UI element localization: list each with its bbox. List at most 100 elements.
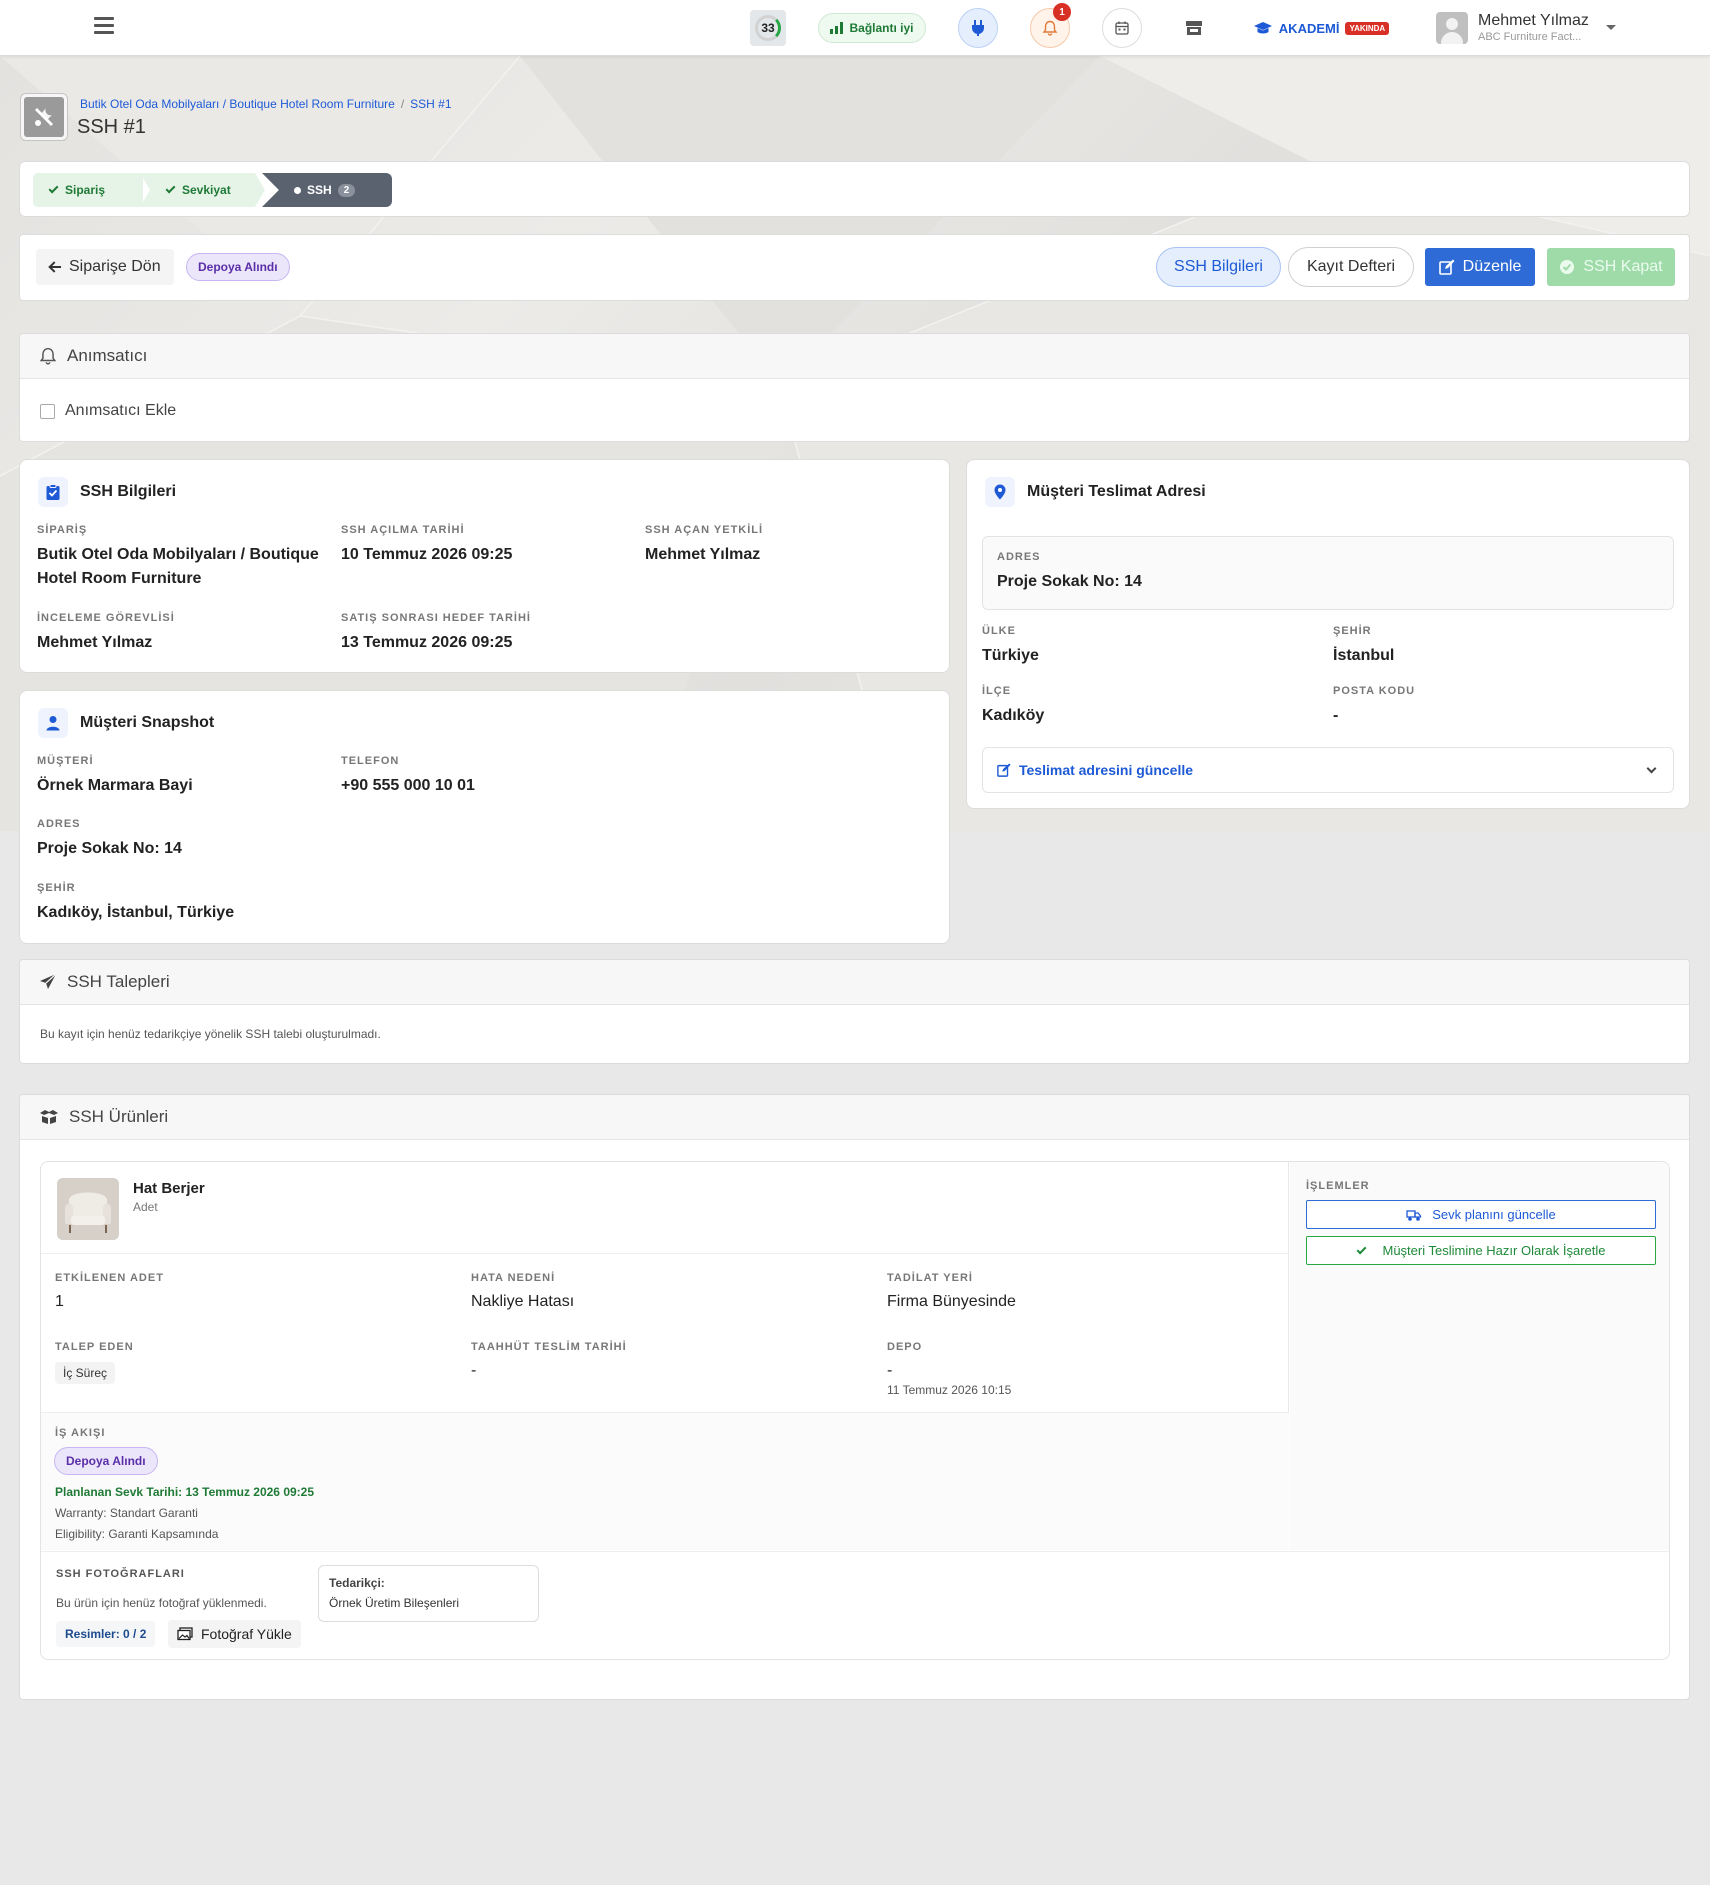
close-ssh-button[interactable]: SSH Kapat [1547,248,1675,286]
akademi-link[interactable]: AKADEMİ YAKINDA [1246,10,1396,46]
avatar [1436,12,1468,44]
breadcrumb-order-link[interactable]: Butik Otel Oda Mobilyaları / Boutique Ho… [80,97,395,111]
status-badge: Depoya Alındı [186,253,290,281]
ssh-info-button[interactable]: SSH Bilgileri [1156,247,1281,287]
step-siparis[interactable]: Sipariş [33,173,143,207]
chevron-down-icon[interactable] [1606,25,1616,30]
back-to-order-button[interactable]: Siparişe Dön [36,249,174,285]
update-delivery-label: Teslimat adresini güncelle [1019,762,1194,778]
product-header: Hat Berjer Adet [41,1162,1288,1254]
breadcrumb: Butik Otel Oda Mobilyaları / Boutique Ho… [80,97,452,111]
update-shipment-plan-label: Sevk planını güncelle [1432,1207,1556,1222]
calendar-icon [1115,21,1129,35]
progress-counter[interactable]: 33 [750,10,786,46]
step-count-badge: 2 [337,183,356,197]
truck-icon [1406,1209,1422,1221]
customer-name-value: Örnek Marmara Bayi [37,777,193,794]
product-name: Hat Berjer [133,1180,205,1197]
mark-ready-label: Müşteri Teslimine Hazır Olarak İşaretle [1382,1243,1606,1258]
store-button[interactable] [1174,8,1214,48]
product-image [57,1178,119,1240]
page-icon [20,93,68,141]
step-ssh[interactable]: SSH 2 [262,173,392,207]
photos-empty-text: Bu ürün için henüz fotoğraf yüklenmedi. [56,1596,267,1610]
upload-photo-button[interactable]: Fotoğraf Yükle [168,1620,301,1648]
eligibility-text: Eligibility: Garanti Kapsamında [55,1527,219,1541]
country-value: Türkiye [982,647,1039,664]
paper-plane-icon [40,973,57,989]
district-value: Kadıköy [982,707,1045,724]
country-label: ÜLKE [982,625,1016,637]
affected-qty-value: 1 [55,1293,64,1310]
notification-count-badge: 1 [1053,3,1071,21]
order-field: SİPARİŞ Butik Otel Oda Mobilyaları / Bou… [37,524,327,591]
update-shipment-plan-button[interactable]: Sevk planını güncelle [1306,1200,1656,1229]
customer-address-value: Proje Sokak No: 14 [37,840,182,857]
close-label: SSH Kapat [1583,258,1663,275]
user-name: Mehmet Yılmaz [1478,12,1589,29]
plug-button[interactable] [958,8,998,48]
order-value: Butik Otel Oda Mobilyaları / Boutique Ho… [37,546,319,587]
customer-snapshot-title: Müşteri Snapshot [38,708,214,738]
ssh-products-header: SSH Ürünleri [20,1095,1689,1140]
user-menu[interactable]: Mehmet Yılmaz ABC Furniture Fact... [1436,10,1626,46]
connection-status[interactable]: Bağlantı iyi [818,13,926,43]
requested-by-label: TALEP EDEN [55,1341,134,1353]
step-label: Sevkiyat [182,183,231,197]
arrow-left-icon [49,261,61,273]
delivery-address-heading: Müşteri Teslimat Adresi [1027,483,1206,500]
city-field: ŞEHİR İstanbul [1333,625,1633,668]
step-sevkiyat[interactable]: Sevkiyat [140,173,265,207]
warranty-text: Warranty: Standart Garanti [55,1506,198,1520]
delivery-address-label: ADRES [997,551,1041,563]
counter-value: 33 [761,21,775,35]
reviewer-field: İNCELEME GÖREVLİSİ Mehmet Yılmaz [37,612,327,655]
target-date-value: 13 Temmuz 2026 09:25 [341,634,513,651]
bell-icon [1042,20,1058,36]
repair-location-field: TADİLAT YERİ Firma Bünyesinde [887,1272,1016,1311]
reminder-header: Anımsatıcı [20,334,1689,379]
images-icon [177,1627,193,1641]
delivery-address-field: ADRES Proje Sokak No: 14 [997,551,1142,594]
connection-label: Bağlantı iyi [849,21,914,35]
requested-by-field: TALEP EDEN İç Süreç [55,1341,134,1384]
commit-date-label: TAAHHÜT TESLİM TARİHİ [471,1341,627,1353]
ssh-info-card: SSH Bilgileri SİPARİŞ Butik Otel Oda Mob… [19,459,950,673]
hamburger-menu-icon[interactable] [94,17,114,35]
edit-icon [997,763,1011,777]
top-navbar: 33 Bağlantı iyi 1 AKADEMİ YAKINDA Mehmet… [0,0,1710,56]
supplier-value: Örnek Üretim Bileşenleri [329,1596,460,1610]
target-date-label: SATIŞ SONRASI HEDEF TARİHİ [341,612,531,624]
add-reminder-label[interactable]: Anımsatıcı Ekle [65,402,176,420]
akademi-label: AKADEMİ [1278,20,1340,36]
order-label: SİPARİŞ [37,524,88,536]
edit-icon [1438,259,1455,275]
signal-bars-icon [830,22,844,34]
planned-ship-date: Planlanan Sevk Tarihi: 13 Temmuz 2026 09… [55,1485,315,1499]
photos-label: SSH FOTOĞRAFLARI [56,1568,185,1580]
commit-date-value: - [471,1362,477,1379]
opened-by-field: SSH AÇAN YETKİLİ Mehmet Yılmaz [645,524,935,567]
breadcrumb-ssh-link[interactable]: SSH #1 [410,97,451,111]
update-delivery-address-toggle[interactable]: Teslimat adresini güncelle [982,747,1674,793]
notifications-button[interactable]: 1 [1030,3,1071,48]
customer-address-field: ADRES Proje Sokak No: 14 [37,818,327,861]
upload-photo-label: Fotoğraf Yükle [201,1626,292,1642]
calendar-button[interactable] [1102,8,1142,48]
clipboard-check-icon [38,477,68,507]
action-bar: Siparişe Dön Depoya Alındı SSH Bilgileri… [19,234,1690,301]
log-book-button[interactable]: Kayıt Defteri [1288,247,1414,287]
city-label: ŞEHİR [1333,625,1372,637]
operations-label: İŞLEMLER [1306,1180,1370,1192]
repair-location-value: Firma Bünyesinde [887,1293,1016,1310]
ssh-products-title: SSH Ürünleri [69,1107,169,1126]
affected-qty-field: ETKİLENEN ADET 1 [55,1272,164,1311]
add-reminder-checkbox[interactable] [40,403,55,419]
edit-button[interactable]: Düzenle [1425,248,1535,286]
error-reason-value: Nakliye Hatası [471,1293,575,1310]
mark-ready-for-delivery-button[interactable]: Müşteri Teslimine Hazır Olarak İşaretle [1306,1236,1656,1265]
reviewer-label: İNCELEME GÖREVLİSİ [37,612,175,624]
coming-soon-badge: YAKINDA [1345,21,1390,35]
delivery-address-card: Müşteri Teslimat Adresi ADRES Proje Soka… [966,459,1690,809]
step-label: SSH [307,183,332,197]
